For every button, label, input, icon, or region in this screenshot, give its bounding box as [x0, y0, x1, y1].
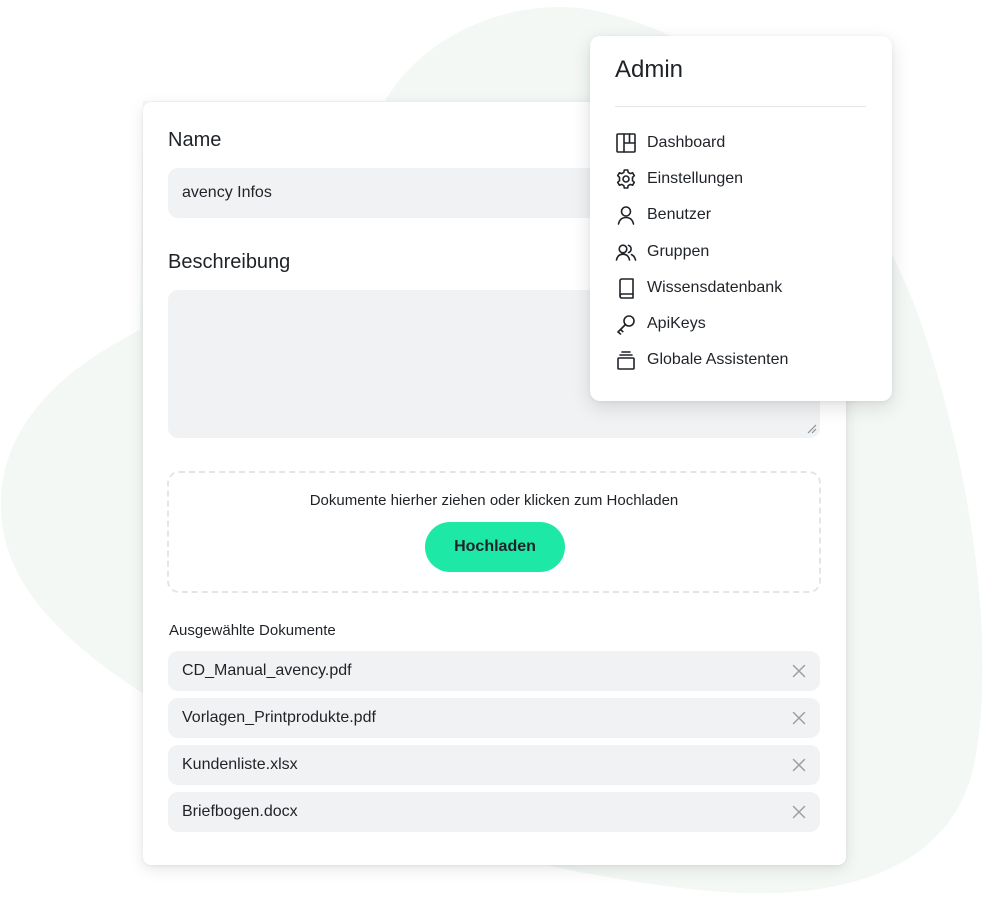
menu-item-label: ApiKeys — [647, 314, 706, 332]
document-name: Briefbogen.docx — [182, 803, 298, 820]
admin-menu-items: Dashboard Einstellungen Benutzer Gruppen… — [615, 125, 875, 378]
upload-button[interactable]: Hochladen — [425, 522, 565, 572]
dashboard-icon — [616, 133, 636, 153]
selected-documents-list: CD_Manual_avency.pdf Vorlagen_Printprodu… — [168, 651, 820, 839]
menu-item-dashboard[interactable]: Dashboard — [615, 125, 875, 161]
menu-item-label: Einstellungen — [647, 170, 744, 188]
gear-icon — [616, 169, 636, 189]
description-label: Beschreibung — [168, 251, 291, 273]
close-icon[interactable] — [792, 805, 806, 819]
dropzone-text: Dokumente hierher ziehen oder klicken zu… — [309, 492, 679, 509]
document-item: CD_Manual_avency.pdf — [168, 651, 820, 691]
admin-menu: Admin Dashboard Einstellungen Benutzer G… — [590, 36, 892, 401]
document-name: CD_Manual_avency.pdf — [182, 662, 352, 679]
resize-handle-icon[interactable] — [805, 422, 817, 434]
menu-item-label: Globale Assistenten — [647, 351, 789, 369]
users-icon — [615, 243, 637, 261]
selected-documents-title: Ausgewählte Dokumente — [169, 622, 336, 639]
stack-icon — [617, 351, 635, 370]
menu-item-globale-assistenten[interactable]: Globale Assistenten — [615, 342, 875, 378]
close-icon[interactable] — [792, 711, 806, 725]
close-icon[interactable] — [792, 664, 806, 678]
menu-item-wissensdatenbank[interactable]: Wissensdatenbank — [615, 270, 875, 306]
close-icon[interactable] — [792, 758, 806, 772]
menu-item-label: Benutzer — [647, 206, 712, 224]
menu-item-gruppen[interactable]: Gruppen — [615, 234, 875, 270]
key-icon — [617, 315, 635, 335]
menu-divider — [615, 106, 866, 107]
document-item: Vorlagen_Printprodukte.pdf — [168, 698, 820, 738]
menu-item-label: Dashboard — [647, 134, 726, 151]
upload-dropzone[interactable]: Dokumente hierher ziehen oder klicken zu… — [167, 471, 821, 593]
document-name: Kundenliste.xlsx — [182, 756, 298, 773]
menu-item-label: Gruppen — [647, 242, 710, 260]
name-label: Name — [168, 129, 222, 151]
menu-item-einstellungen[interactable]: Einstellungen — [615, 161, 875, 197]
user-icon — [617, 206, 635, 226]
menu-item-label: Wissensdatenbank — [647, 278, 783, 296]
document-name: Vorlagen_Printprodukte.pdf — [182, 709, 376, 726]
document-item: Briefbogen.docx — [168, 792, 820, 832]
menu-item-apikeys[interactable]: ApiKeys — [615, 306, 875, 342]
admin-menu-title: Admin — [615, 56, 684, 83]
book-icon — [619, 277, 634, 299]
menu-item-benutzer[interactable]: Benutzer — [615, 197, 875, 233]
document-item: Kundenliste.xlsx — [168, 745, 820, 785]
